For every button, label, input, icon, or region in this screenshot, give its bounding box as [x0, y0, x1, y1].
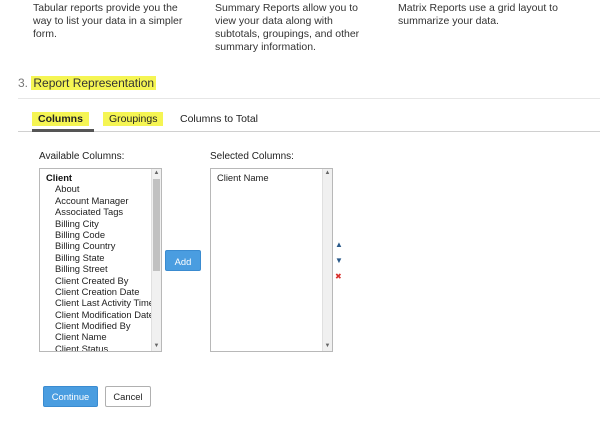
available-column-item[interactable]: Client Name	[40, 331, 151, 342]
selected-column-item[interactable]: Client Name	[211, 172, 322, 183]
available-column-item[interactable]: Billing Street	[40, 263, 151, 274]
selected-columns-label: Selected Columns:	[210, 151, 294, 162]
available-list-scrollbar[interactable]: ▲ ▼	[151, 169, 161, 351]
active-tab-indicator	[32, 129, 94, 132]
available-column-item[interactable]: Account Manager	[40, 195, 151, 206]
move-up-icon[interactable]: ▲	[335, 240, 343, 249]
available-column-item[interactable]: Billing City	[40, 218, 151, 229]
matrix-report-description: Matrix Reports use a grid layout to summ…	[398, 2, 558, 27]
section-heading: 3. Report Representation	[18, 76, 157, 90]
scroll-up-arrow-icon[interactable]: ▲	[323, 169, 332, 178]
add-button[interactable]: Add	[165, 250, 201, 271]
available-column-item[interactable]: Client Modified By	[40, 320, 151, 331]
scroll-down-arrow-icon[interactable]: ▼	[323, 342, 332, 351]
available-column-item[interactable]: Client Last Activity Time	[40, 297, 151, 308]
tab-divider	[18, 131, 600, 132]
tab-columns[interactable]: Columns	[32, 112, 89, 126]
scrollbar-thumb[interactable]	[153, 179, 160, 271]
selected-columns-list[interactable]: Client Name ▲ ▼	[210, 168, 333, 352]
scroll-up-arrow-icon[interactable]: ▲	[152, 169, 161, 178]
continue-button[interactable]: Continue	[43, 386, 98, 407]
tab-groupings[interactable]: Groupings	[103, 112, 164, 126]
available-column-item[interactable]: Associated Tags	[40, 206, 151, 217]
available-column-item[interactable]: Client Status	[40, 343, 151, 351]
available-columns-list[interactable]: Client About Account Manager Associated Ta…	[39, 168, 162, 352]
section-divider	[18, 98, 600, 99]
scroll-down-arrow-icon[interactable]: ▼	[152, 342, 161, 351]
available-column-item[interactable]: Billing State	[40, 252, 151, 263]
section-title: Report Representation	[31, 76, 157, 90]
available-columns-label: Available Columns:	[39, 151, 125, 162]
summary-report-description: Summary Reports allow you to view your d…	[215, 2, 360, 53]
cancel-button[interactable]: Cancel	[105, 386, 151, 407]
move-down-icon[interactable]: ▼	[335, 256, 343, 265]
available-column-item[interactable]: Client Modification Date	[40, 309, 151, 320]
tab-columns-to-total[interactable]: Columns to Total	[180, 112, 258, 126]
selected-list-scrollbar[interactable]: ▲ ▼	[322, 169, 332, 351]
available-column-item[interactable]: About	[40, 183, 151, 194]
available-column-item[interactable]: Billing Country	[40, 240, 151, 251]
remove-icon[interactable]: ✖	[335, 272, 342, 281]
section-number: 3.	[18, 76, 29, 90]
available-column-item[interactable]: Client Created By	[40, 275, 151, 286]
tabular-report-description: Tabular reports provide you the way to l…	[33, 2, 183, 40]
list-group-header: Client	[46, 172, 73, 183]
available-column-item[interactable]: Client Creation Date	[40, 286, 151, 297]
available-column-item[interactable]: Billing Code	[40, 229, 151, 240]
